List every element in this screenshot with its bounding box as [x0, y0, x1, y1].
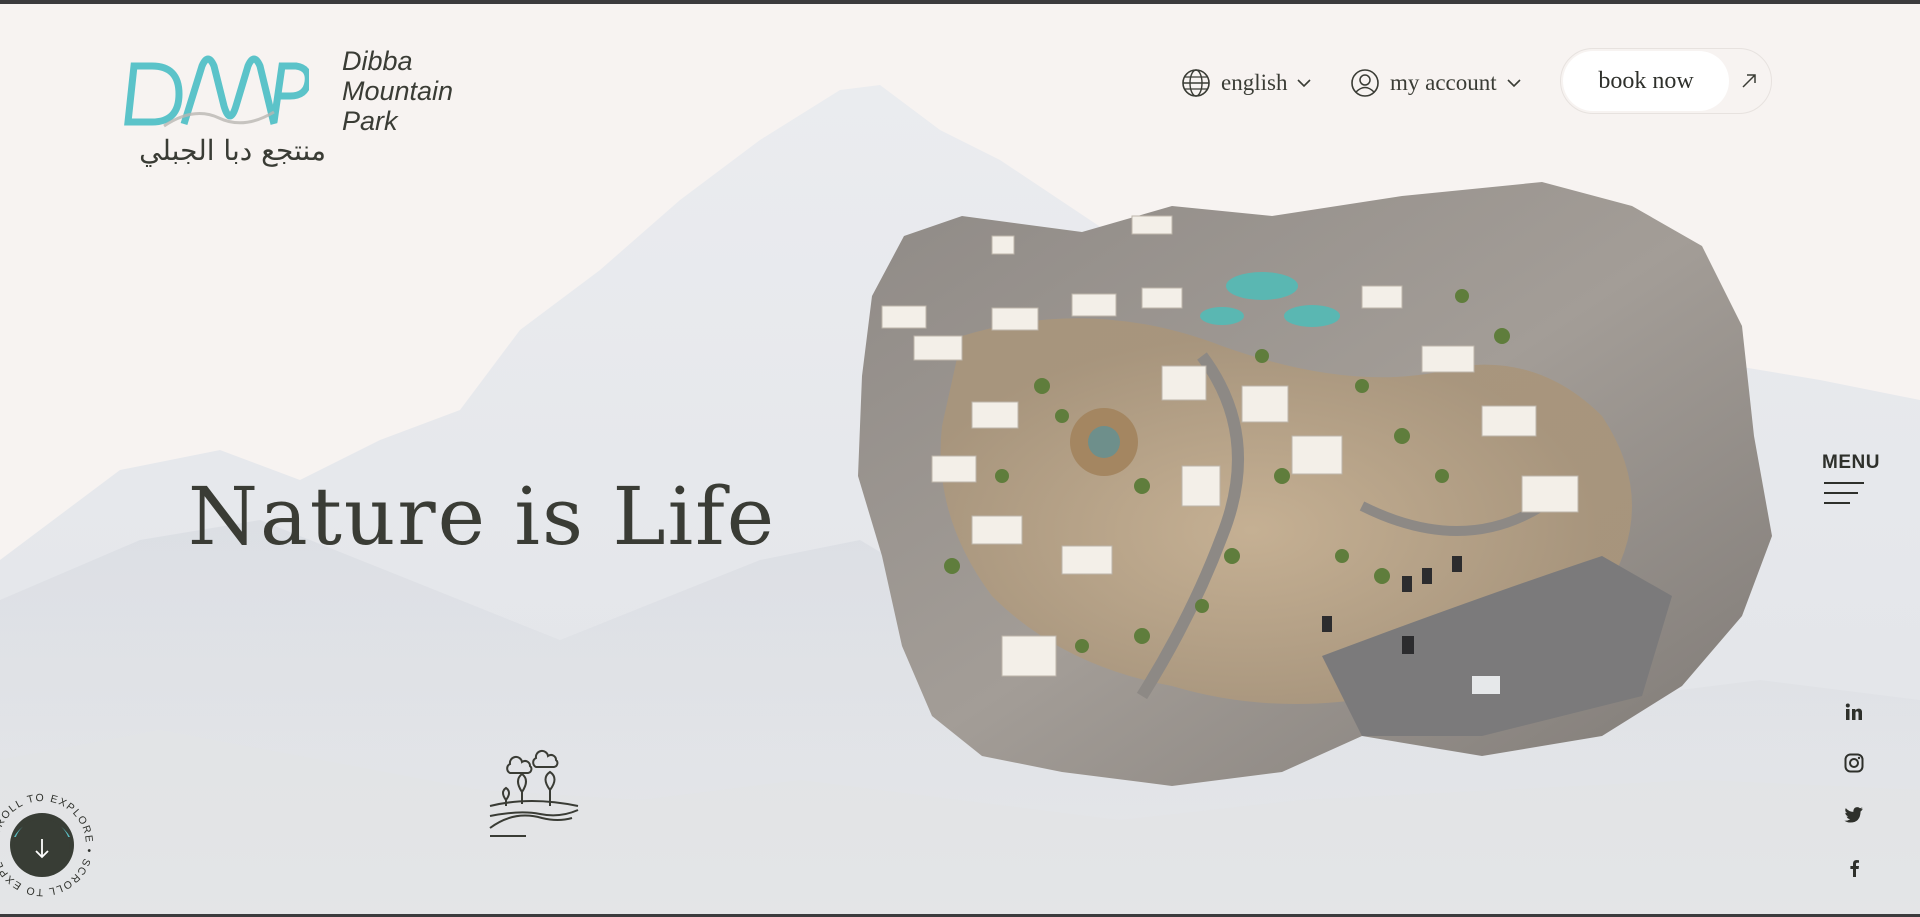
- language-selector[interactable]: english: [1181, 66, 1312, 100]
- scroll-to-explore-button[interactable]: SCROLL TO EXPLORE • SCROLL TO EXPLORE •: [0, 784, 94, 898]
- book-now-label: book now: [1563, 51, 1729, 111]
- resort-aerial-image: [858, 182, 1772, 786]
- arrow-up-right-icon: [1742, 74, 1756, 88]
- language-label: english: [1221, 70, 1288, 95]
- hero-title: Nature is Life: [188, 470, 777, 563]
- user-icon: [1351, 69, 1379, 97]
- logo-name-line-1: Dibba: [342, 46, 413, 76]
- book-now-button[interactable]: book now: [1560, 48, 1772, 114]
- logo-name-line-3: Park: [342, 106, 398, 136]
- instagram-link[interactable]: [1842, 751, 1866, 775]
- hamburger-icon: [1824, 482, 1864, 504]
- facebook-link[interactable]: [1842, 856, 1866, 880]
- logo-name-line-2: Mountain: [342, 76, 454, 106]
- logo-brand-name: Dibba Mountain Park: [342, 46, 502, 136]
- twitter-link[interactable]: [1842, 803, 1866, 827]
- menu-button[interactable]: MENU: [1822, 452, 1886, 512]
- brand-logo[interactable]: منتجع دبا الجبلي Dibba Mountain Park: [124, 46, 484, 186]
- linkedin-icon: [1845, 703, 1862, 720]
- account-menu[interactable]: my account: [1350, 66, 1521, 100]
- linkedin-link[interactable]: [1842, 700, 1866, 724]
- globe-icon: [1182, 69, 1210, 97]
- twitter-icon: [1844, 807, 1863, 823]
- logo-arabic-name: منتجع دبا الجبلي: [139, 134, 326, 167]
- chevron-down-icon: [1297, 79, 1312, 88]
- account-label: my account: [1390, 70, 1497, 95]
- scroll-to-explore-badge: SCROLL TO EXPLORE • SCROLL TO EXPLORE •: [0, 784, 94, 898]
- nature-landscape-icon: [489, 749, 579, 837]
- dmp-logo-icon: [124, 55, 309, 128]
- chevron-down-icon: [1507, 79, 1521, 88]
- instagram-icon: [1844, 753, 1864, 773]
- menu-label: MENU: [1822, 452, 1880, 473]
- facebook-icon: [1850, 860, 1859, 877]
